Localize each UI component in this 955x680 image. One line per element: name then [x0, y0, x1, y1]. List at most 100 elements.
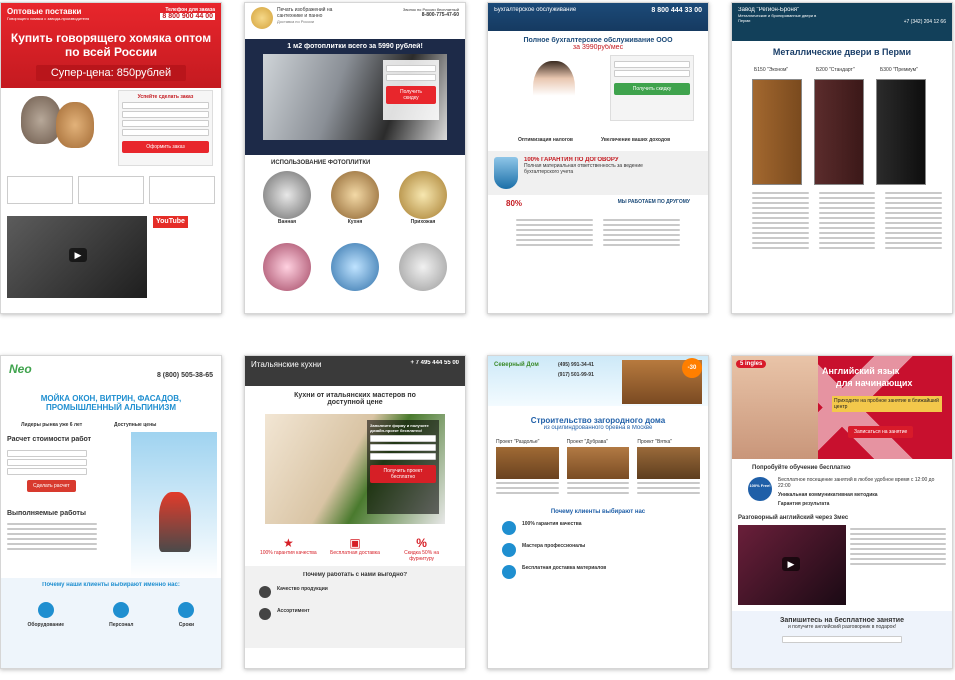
- hamster-benefits: [1, 168, 221, 208]
- signup-name-field[interactable]: [782, 636, 902, 643]
- tiles-discount-form: Получить скидку: [383, 60, 439, 120]
- houses-phone-1[interactable]: (495) 991-34-41: [558, 362, 594, 368]
- door-specs: [752, 189, 943, 252]
- windows-phone[interactable]: 8 (800) 505-38-65: [157, 372, 213, 382]
- landing-card-english[interactable]: 5 ingles Английский язык для начинающих …: [731, 355, 953, 669]
- why-item: Персонал: [109, 602, 133, 628]
- accounting-name-field[interactable]: [614, 61, 690, 68]
- benefit-income: Увеличение ваших доходов: [601, 137, 671, 143]
- kitchens-submit-button[interactable]: Получить проект бесплатно: [370, 465, 436, 483]
- gallery-image: [399, 243, 447, 291]
- calc-field[interactable]: [7, 450, 87, 457]
- calc-field[interactable]: [7, 459, 87, 466]
- hamster-price: Супер-цена: 850рублей: [36, 65, 186, 81]
- quality-icon: [259, 586, 271, 598]
- landing-card-hamster[interactable]: Оптовые поставки Говорящего хомяка с зав…: [0, 2, 222, 314]
- staff-icon: [113, 602, 130, 618]
- hamster-order-form: Успейте сделать заказ Оформить заказ: [118, 90, 213, 166]
- tiles-name-field[interactable]: [386, 65, 436, 72]
- kitchens-why: Почему работать с нами выгодно? Качество…: [245, 566, 465, 648]
- hamster-brand-sub: Говорящего хомяка с завода-производителя: [7, 16, 90, 21]
- landing-card-kitchens[interactable]: Итальянские кухни + 7 495 444 55 00 Кухн…: [244, 355, 466, 669]
- play-icon[interactable]: ▶: [782, 557, 800, 571]
- tiles-use-2: Кухня: [331, 171, 379, 225]
- signup-section: Запишитесь на бесплатное занятие и получ…: [732, 611, 952, 668]
- accounting-cta-button[interactable]: Получить скидку: [614, 83, 690, 95]
- houses-phone-2[interactable]: (917) 501-99-91: [558, 372, 594, 378]
- kitchens-form-title: Заполните форму и получите дизайн-проект…: [370, 423, 429, 433]
- why-point: Мастера профессионалы: [522, 543, 586, 549]
- project-card[interactable]: Проект "Дубрава": [566, 439, 630, 497]
- tiles-cta-button[interactable]: Получить скидку: [386, 86, 436, 104]
- project-card[interactable]: Проект "Раздолье": [496, 439, 559, 497]
- hamster-headline: Купить говорящего хомяка оптом по всей Р…: [10, 31, 212, 59]
- kitchens-header: Итальянские кухни + 7 495 444 55 00: [245, 356, 465, 386]
- why-label: Сроки: [178, 622, 195, 628]
- doors-headline: Металлические двери в Перми: [772, 47, 912, 57]
- door-premium-image[interactable]: [876, 79, 926, 185]
- trial-points: Бесплатное посещение занятий в любое удо…: [778, 477, 936, 507]
- landing-card-houses[interactable]: Северный Дом (495) 991-34-41 (917) 501-9…: [487, 355, 709, 669]
- accounting-headline: Полное бухгалтерское обслуживание ООО: [523, 37, 673, 44]
- trial-point: Уникальная коммуникативная методика: [778, 492, 878, 498]
- hamster-submit-button[interactable]: Оформить заказ: [122, 141, 209, 153]
- kitchens-email-field[interactable]: [370, 453, 436, 460]
- english-logo: 5 ingles: [736, 360, 767, 368]
- hamster-offer: Успейте сделать заказ Оформить заказ: [1, 88, 221, 168]
- kitchens-phone[interactable]: + 7 495 444 55 00: [410, 360, 459, 382]
- tiles-phone[interactable]: 8-800-775-47-60: [403, 12, 459, 18]
- door-economy-image[interactable]: [752, 79, 802, 185]
- landing-gallery: Оптовые поставки Говорящего хомяка с зав…: [0, 0, 955, 680]
- doors-brand-sub: Металлические и бронированные двери в Пе…: [738, 13, 817, 23]
- calc-field[interactable]: [7, 468, 87, 475]
- hamster-video-player[interactable]: ▶: [7, 216, 147, 298]
- project-card[interactable]: Проект "Вятка": [637, 439, 701, 497]
- english-video-player[interactable]: ▶: [738, 525, 846, 605]
- hamster-hero: Оптовые поставки Говорящего хомяка с зав…: [1, 3, 221, 88]
- hamster-benefit-1: [7, 176, 73, 204]
- accounting-phone-field[interactable]: [614, 70, 690, 77]
- hamster-city-field[interactable]: [122, 129, 209, 136]
- feature-label: Скидка 50% на фурнитуру: [404, 550, 440, 562]
- accounting-form: Получить скидку: [610, 55, 694, 121]
- project-title: Проект "Дубрава": [566, 439, 608, 445]
- works-title: Выполняемые работы: [7, 510, 86, 517]
- kitchens-brand: Итальянские кухни: [251, 360, 322, 369]
- hamster-phone[interactable]: 8 800 900 44 00: [160, 13, 215, 20]
- truck-icon: [502, 565, 516, 579]
- tiles-logo-icon: [251, 7, 273, 29]
- accounting-diff: 80% МЫ РАБОТАЕМ ПО ДРУГОМУ: [488, 195, 708, 212]
- hamster-phone-field[interactable]: [122, 111, 209, 118]
- kitchens-name-field[interactable]: [370, 435, 436, 442]
- doors-phone[interactable]: +7 (342) 204 12 66: [904, 19, 946, 37]
- project-title: Проект "Вятка": [637, 439, 673, 445]
- door-model: Б300 "Премиум": [880, 67, 918, 73]
- hamster-name-field[interactable]: [122, 102, 209, 109]
- landing-card-doors[interactable]: Завод "Регион-Броня" Металлические и бро…: [731, 2, 953, 314]
- houses-logo: Северный Дом: [494, 362, 539, 368]
- houses-why-list: 100% гарантия качества Мастера профессио…: [488, 521, 708, 579]
- door-model: Б200 "Стандарт": [816, 67, 855, 73]
- houses-hero: Строительство загородного дома из оцилин…: [488, 406, 708, 433]
- why-label: Оборудование: [27, 622, 65, 628]
- landing-card-windows[interactable]: Neo 8 (800) 505-38-65 МОЙКА ОКОН, ВИТРИН…: [0, 355, 222, 669]
- equipment-icon: [37, 602, 54, 618]
- calc-submit-button[interactable]: Сделать расчет: [27, 480, 76, 492]
- door-standard-image[interactable]: [814, 79, 864, 185]
- calc-form: Сделать расчет: [7, 448, 87, 492]
- kitchens-phone-field[interactable]: [370, 444, 436, 451]
- windows-leader: Лидеры рынка уже 6 лет: [21, 422, 83, 428]
- spec-list: [818, 189, 876, 252]
- why-point: 100% гарантия качества: [522, 521, 582, 527]
- tiles-phone-field[interactable]: [386, 74, 436, 81]
- tiles-header: Печать изображений на сантехнике и панно…: [245, 3, 465, 39]
- accounting-phone[interactable]: 8 800 444 33 00: [651, 7, 702, 27]
- landing-card-tiles[interactable]: Печать изображений на сантехнике и панно…: [244, 2, 466, 314]
- hamster-quantity-field[interactable]: [122, 120, 209, 127]
- english-cta-button[interactable]: Записаться на занятие: [848, 426, 914, 438]
- landing-card-accounting[interactable]: Бухгалтерское обслуживание 8 800 444 33 …: [487, 2, 709, 314]
- consultant-image: [533, 61, 575, 119]
- why-row: Ассортимент: [259, 608, 451, 620]
- feature: ▣ Бесплатная доставка: [325, 536, 385, 562]
- play-icon[interactable]: ▶: [69, 248, 87, 262]
